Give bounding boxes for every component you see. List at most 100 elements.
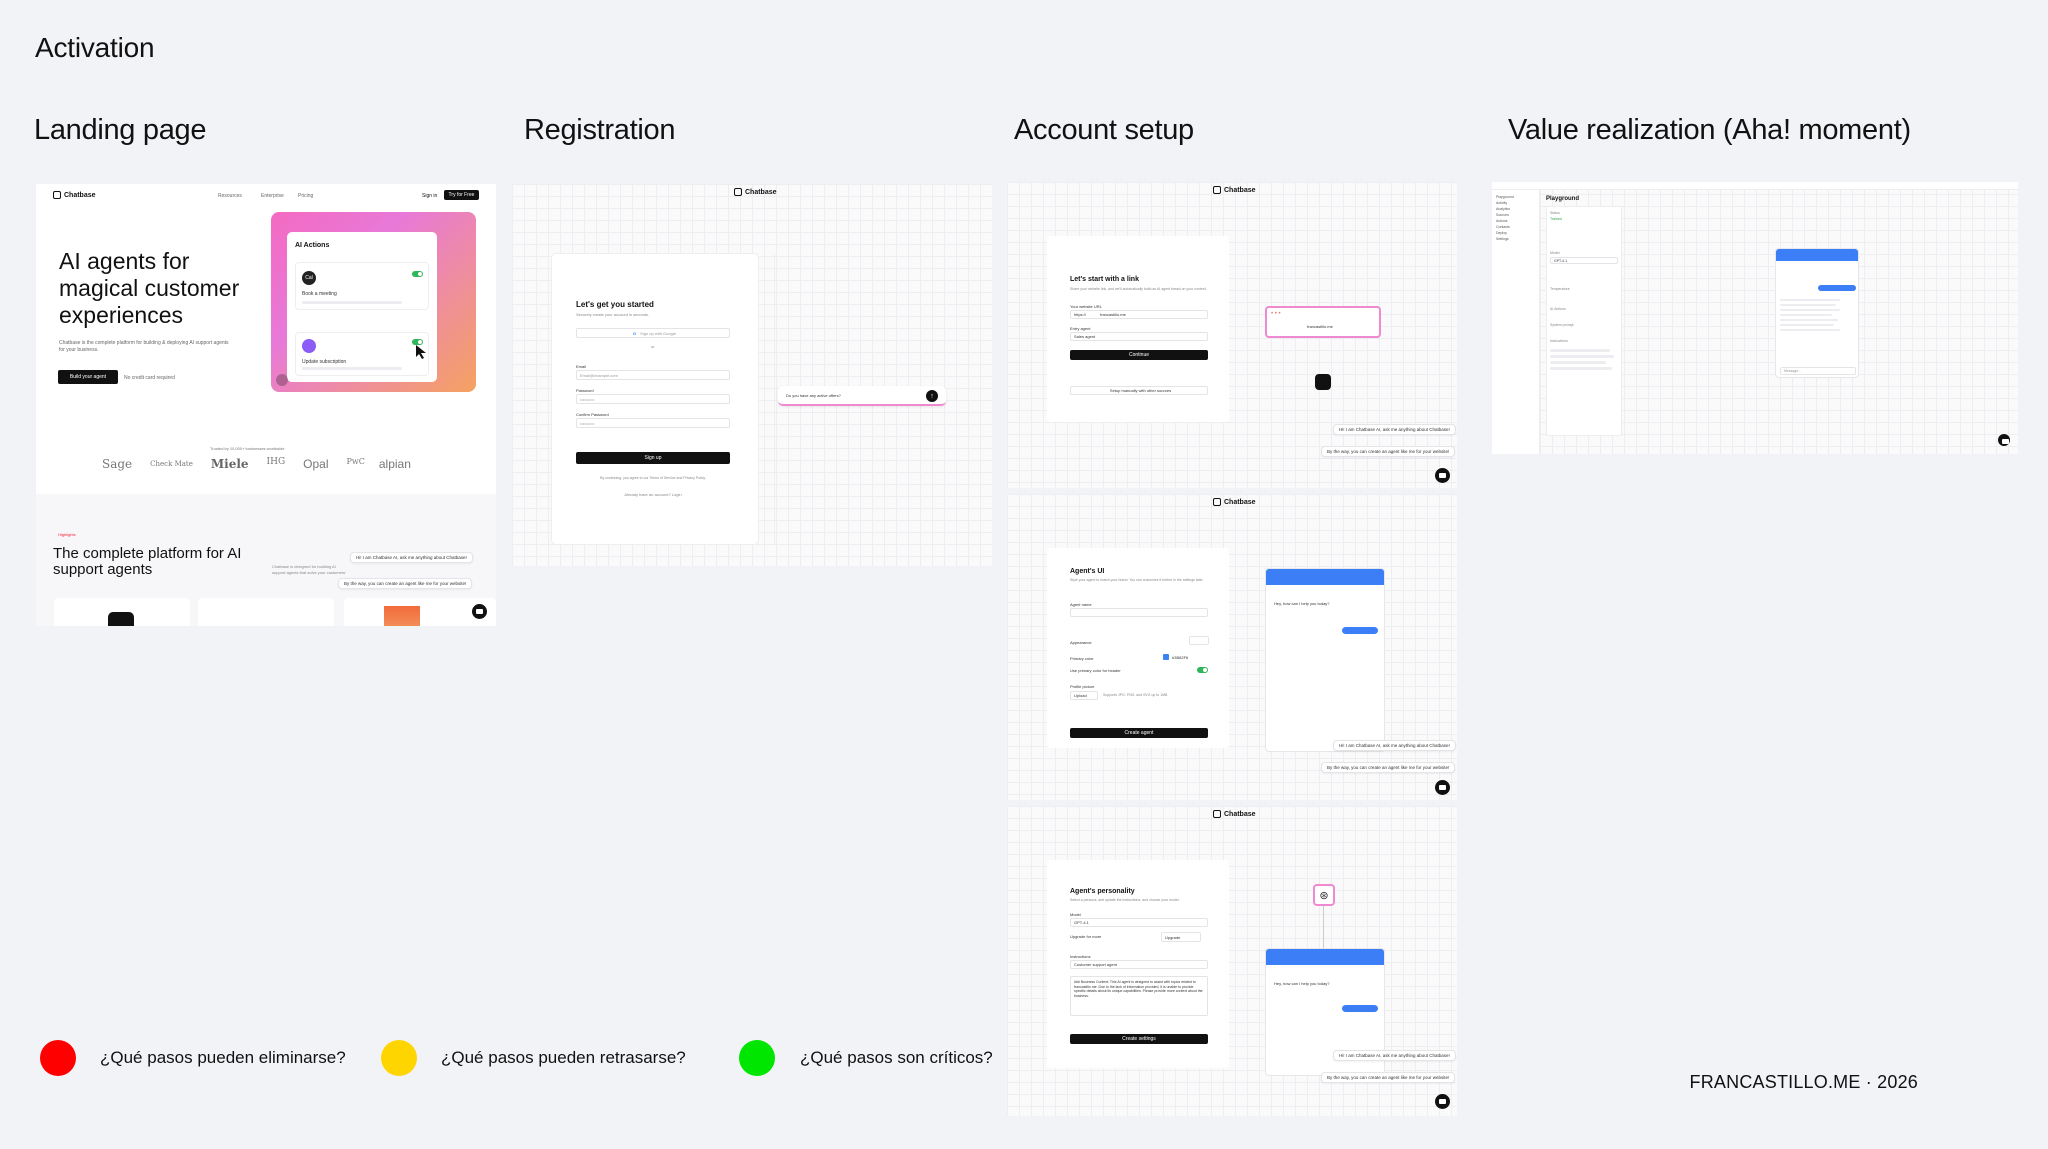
chat-bubble-greeting: Hi! I am Chatbase AI, ask me anything ab…: [1333, 740, 1456, 751]
upgrade-button[interactable]: Upgrade: [1161, 932, 1201, 942]
window-dots-icon: • • •: [1271, 311, 1281, 317]
status-label: Status: [1550, 211, 1560, 215]
login-link[interactable]: Already have an account? Login: [578, 492, 728, 497]
role-label: Entry agent: [1070, 326, 1091, 331]
chat-bubble-promo: By the way, you can create an agent like…: [1321, 446, 1456, 457]
chat-greeting: Hey, how can I help you today?: [1274, 601, 1330, 606]
google-signup-button[interactable]: G Sign up with Google: [576, 328, 730, 338]
chat-bot-response: [1780, 299, 1842, 355]
primary-color-value[interactable]: #3B82F6: [1172, 655, 1188, 660]
nav-pricing[interactable]: Pricing: [298, 193, 313, 199]
platform-title: The complete platform for AI support age…: [53, 545, 242, 578]
system-prompt-label: System prompt: [1550, 323, 1574, 327]
build-agent-button[interactable]: Build your agent: [58, 370, 118, 384]
nav-resources[interactable]: Resources: [218, 193, 242, 199]
step3-subtitle: Select a persona, and update the instruc…: [1070, 898, 1180, 902]
step1-subtitle: Share your website link, and we'll autom…: [1070, 287, 1207, 291]
feature-image: [384, 606, 420, 626]
setup-logo: Chatbase: [1213, 810, 1256, 818]
logo-strip: Sage Check Mate Miele IHG Opal PwC alpia…: [102, 457, 462, 471]
model-select[interactable]: GPT-4.1: [1070, 918, 1208, 927]
logo-alpian: alpian: [378, 457, 411, 471]
chat-composer[interactable]: Message...: [1780, 367, 1856, 375]
top-bar: [1492, 182, 2018, 190]
logo-ihg: IHG: [266, 457, 286, 467]
model-label: Model: [1070, 912, 1081, 917]
upload-hint: Supports JPG, PNG, and SVG up to 1MB: [1103, 693, 1168, 697]
signup-button[interactable]: Sign up: [576, 452, 730, 464]
setup-brand: Chatbase: [1224, 810, 1256, 818]
upgrade-note: Upgrade for more: [1070, 934, 1102, 939]
chat-launcher-icon[interactable]: [1435, 780, 1450, 795]
instructions-textarea[interactable]: ### Business Context: This AI agent is d…: [1070, 976, 1208, 1016]
instructions-label: Instructions: [1070, 954, 1091, 959]
chat-widget-header: [1266, 949, 1384, 965]
persona-select[interactable]: Customer support agent: [1070, 960, 1208, 969]
signup-subtitle: Securely create your account in seconds.: [576, 312, 650, 317]
color-swatch[interactable]: [1163, 654, 1169, 660]
try-free-button[interactable]: Try for Free: [444, 190, 479, 200]
setup-step2-screenshot: Chatbase Agent's UI Style your agent to …: [1007, 494, 1457, 800]
password-field[interactable]: ••••••••••: [576, 394, 730, 404]
setup-step1-screenshot: Chatbase Let's start with a link Share y…: [1007, 182, 1457, 488]
step1-title: Let's start with a link: [1070, 276, 1139, 283]
website-prefix: https://: [1074, 312, 1087, 317]
pause-icon[interactable]: [276, 374, 288, 386]
model-select[interactable]: GPT-4.1: [1550, 257, 1618, 264]
chatbase-logo-icon: [734, 188, 742, 196]
agent-name-label: Agent name: [1070, 602, 1092, 607]
website-value: francastillo.me: [1100, 312, 1126, 317]
agent-ui-card: Agent's UI Style your agent to match you…: [1047, 548, 1229, 748]
logo-pwc: PwC: [346, 457, 365, 466]
temperature-label: Temperature: [1550, 287, 1570, 291]
feature-icon: [108, 612, 134, 626]
legend-critical-label: ¿Qué pasos son críticos?: [800, 1048, 993, 1067]
send-arrow-icon[interactable]: ↑: [926, 390, 938, 402]
role-select[interactable]: Sales agent: [1070, 332, 1208, 341]
chat-widget-preview: Hey, how can I help you today?: [1265, 568, 1385, 752]
ai-actions-title: AI Actions: [295, 242, 330, 249]
link-setup-card: Let's start with a link Share your websi…: [1047, 236, 1229, 422]
chat-launcher-icon[interactable]: [472, 604, 487, 619]
ai-actions-visual: AI Actions Cal Book a meeting Update sub…: [271, 212, 476, 392]
sidebar-item-settings[interactable]: Settings: [1496, 236, 1535, 242]
website-label: Your website URL: [1070, 304, 1102, 309]
registration-logo: Chatbase: [734, 188, 777, 196]
chat-bubble-promo: By the way, you can create an agent like…: [1321, 762, 1456, 773]
terms-text[interactable]: By continuing, you agree to our Terms of…: [578, 476, 728, 480]
nav-sign-in[interactable]: Sign in: [422, 193, 437, 199]
email-field[interactable]: Email@example.com: [576, 370, 730, 380]
agent-name-field[interactable]: [1070, 608, 1208, 617]
connector-line: [1323, 906, 1324, 954]
chat-launcher-icon[interactable]: [1435, 1094, 1450, 1109]
logo-checkmate: Check Mate: [150, 460, 193, 468]
upload-button[interactable]: Upload: [1070, 691, 1098, 700]
use-primary-toggle[interactable]: [1197, 667, 1208, 673]
create-agent-button[interactable]: Create agent: [1070, 728, 1208, 738]
model-label: Model: [1550, 251, 1560, 255]
confirm-password-field[interactable]: ••••••••••: [576, 418, 730, 428]
create-settings-button[interactable]: Create settings: [1070, 1034, 1208, 1044]
continue-button[interactable]: Continue: [1070, 350, 1208, 360]
chat-prompt-text: Do you have any active offers?: [786, 393, 841, 398]
author-signature: FRANCASTILLO.ME · 2026: [1689, 1072, 1918, 1092]
landing-logo[interactable]: Chatbase: [53, 191, 96, 199]
setup-logo: Chatbase: [1213, 186, 1256, 194]
profile-picture-label: Profile picture: [1070, 684, 1095, 689]
stage-title-value-realization: Value realization (Aha! moment): [1508, 114, 1911, 146]
nav-enterprise[interactable]: Enterprise: [261, 193, 284, 199]
action-toggle-1[interactable]: [412, 271, 423, 277]
openai-model-icon: ⊛: [1313, 884, 1335, 906]
feature-card-2: [198, 598, 334, 626]
chat-launcher-icon[interactable]: [1435, 468, 1450, 483]
chat-bubble-promo: By the way, you can create an agent like…: [1321, 1072, 1456, 1083]
chat-widget-header: [1266, 569, 1384, 585]
cursor-icon: [416, 345, 426, 359]
page-title: Activation: [35, 32, 155, 63]
website-url-field[interactable]: https:// francastillo.me: [1070, 310, 1208, 319]
theme-toggle[interactable]: [1189, 636, 1209, 645]
chat-launcher-icon[interactable]: [1998, 434, 2010, 446]
chat-prompt-input[interactable]: Do you have any active offers? ↑: [778, 386, 946, 406]
setup-manually-button[interactable]: Setup manually with other sources: [1070, 386, 1208, 395]
chat-user-message: [1342, 1005, 1378, 1012]
